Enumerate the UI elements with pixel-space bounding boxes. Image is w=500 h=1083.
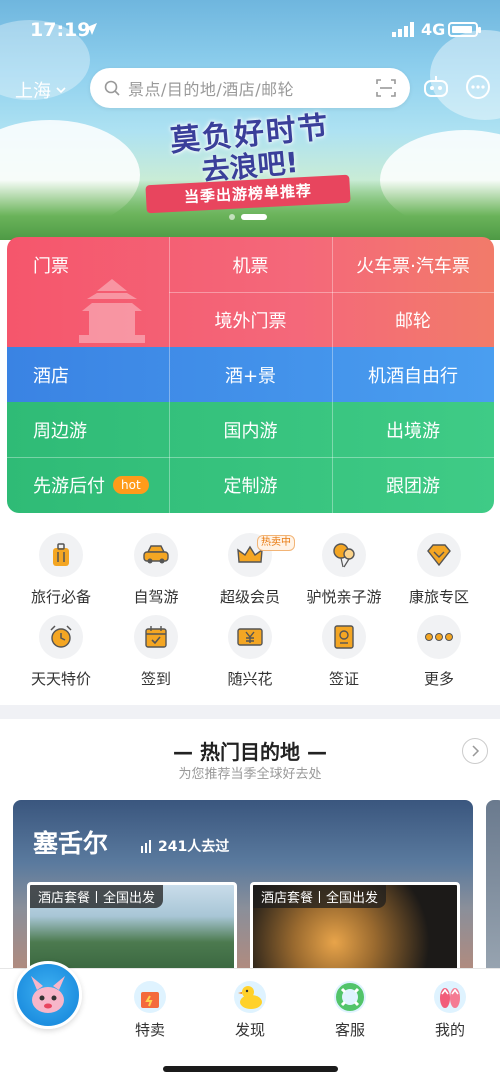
section-divider: [0, 705, 500, 719]
grid-hotel-scenic[interactable]: 酒+景: [169, 347, 332, 402]
luggage-icon: [53, 543, 69, 566]
tab-label: 我的: [434, 1021, 465, 1039]
home-indicator: [163, 1066, 338, 1072]
shortcut-visa[interactable]: 签证: [299, 615, 389, 689]
promo-banner[interactable]: 17:19 4G 上海 景点/目的地/酒店/邮轮 莫负好时节 去浪吧! 当季出游…: [0, 0, 500, 240]
tab-customer-service[interactable]: 客服: [300, 969, 400, 1040]
city-name: 上海: [15, 81, 51, 102]
next-destination-card[interactable]: [486, 800, 500, 980]
grid-overseas-tickets[interactable]: 境外门票: [169, 292, 332, 347]
hot-badge: hot: [113, 475, 149, 494]
search-icon: [104, 80, 120, 96]
shortcut-family-tour[interactable]: 驴悦亲子游: [299, 533, 389, 607]
tab-label: 特卖: [134, 1021, 165, 1039]
shortcut-icons: 旅行必备 自驾游 热卖中 超级会员 驴悦亲子游 康旅专区 天天特价 签到 随兴花…: [0, 525, 500, 700]
grid-custom-tour[interactable]: 定制游: [169, 457, 332, 512]
swim-ring-icon: [334, 981, 366, 1013]
robot-service-icon[interactable]: [418, 70, 454, 106]
grid-pay-later[interactable]: 先游后付 hot: [7, 457, 169, 512]
duck-icon: [234, 981, 266, 1013]
shortcut-label: 签到: [140, 670, 171, 688]
shortcut-more[interactable]: 更多: [394, 615, 484, 689]
app-screen: 17:19 4G 上海 景点/目的地/酒店/邮轮 莫负好时节 去浪吧! 当季出游…: [0, 0, 500, 1083]
bar-chart-icon: [141, 840, 151, 853]
shortcut-label: 驴悦亲子游: [306, 588, 382, 606]
grid-flight-hotel[interactable]: 机酒自由行: [332, 347, 494, 402]
shortcut-label: 更多: [423, 670, 454, 688]
battery-icon: [448, 22, 481, 37]
status-bar: 17:19 4G: [0, 0, 500, 62]
grid-train-bus[interactable]: 火车票·汽车票: [332, 237, 494, 292]
visits-count: 241人去过: [158, 839, 230, 855]
alarm-clock-icon: [50, 625, 72, 648]
basket-icon: [134, 981, 166, 1013]
tab-deals[interactable]: 特卖: [100, 969, 200, 1040]
banner-slogan: 莫负好时节 去浪吧! 当季出游榜单推荐: [140, 110, 360, 214]
shortcut-label: 随兴花: [227, 670, 273, 688]
grid-flights[interactable]: 机票: [169, 237, 332, 292]
shortcut-label: 天天特价: [30, 670, 91, 688]
car-icon: [143, 545, 169, 564]
hot-sale-badge: 热卖中: [257, 535, 295, 551]
shortcut-health-tour[interactable]: 康旅专区: [394, 533, 484, 607]
chevron-down-icon: [56, 87, 66, 94]
grid-domestic[interactable]: 国内游: [169, 402, 332, 457]
package-tag: 酒店套餐丨全国出发: [253, 885, 387, 908]
diamond-icon: [427, 544, 451, 566]
grid-group-tour[interactable]: 跟团游: [332, 457, 494, 512]
grid-cruise[interactable]: 邮轮: [332, 292, 494, 347]
search-bar[interactable]: 景点/目的地/酒店/邮轮: [90, 68, 410, 108]
shortcut-label: 康旅专区: [408, 588, 469, 606]
city-selector[interactable]: 上海: [15, 77, 67, 103]
banner-pagination: [229, 214, 267, 220]
more-dots-icon: [425, 633, 453, 641]
destination-visits: 241人去过: [140, 836, 229, 856]
pagination-dot-active: [241, 214, 267, 220]
tab-label: 客服: [334, 1021, 365, 1039]
tab-label: 发现: [234, 1021, 265, 1039]
shortcut-label: 自驾游: [133, 588, 179, 606]
status-time: 17:19: [30, 19, 91, 41]
grid-pay-later-label: 先游后付: [33, 475, 105, 497]
chevron-right-icon: [472, 745, 480, 757]
shortcut-check-in[interactable]: 签到: [111, 615, 201, 689]
balloon-icon: [333, 543, 355, 568]
location-arrow-icon: [85, 23, 97, 35]
passport-icon: [334, 625, 354, 649]
destination-name: 塞舌尔: [33, 829, 109, 858]
network-type: 4G: [421, 20, 446, 39]
package-tag: 酒店套餐丨全国出发: [30, 885, 164, 908]
home-tab-mascot-icon[interactable]: [14, 961, 82, 1029]
tab-discover[interactable]: 发现: [200, 969, 300, 1040]
shortcut-daily-deals[interactable]: 天天特价: [16, 615, 106, 689]
grid-tickets[interactable]: 门票: [7, 237, 169, 292]
scan-icon[interactable]: [376, 78, 396, 98]
grid-hotel[interactable]: 酒店: [7, 347, 169, 402]
shortcut-self-drive[interactable]: 自驾游: [111, 533, 201, 607]
pagination-dot: [229, 214, 235, 220]
more-destinations-button[interactable]: [462, 738, 488, 764]
shortcut-label: 超级会员: [219, 588, 280, 606]
category-grid: 门票 机票 火车票·汽车票 境外门票 邮轮 酒店 酒+景 机酒自由行 周边游 国…: [7, 237, 494, 513]
tab-profile[interactable]: 我的: [400, 969, 500, 1040]
grid-outbound[interactable]: 出境游: [332, 402, 494, 457]
grid-nearby[interactable]: 周边游: [7, 402, 169, 457]
yen-card-icon: [237, 628, 263, 646]
section-subtitle: 为您推荐当季全球好去处: [178, 767, 322, 782]
shortcut-flexible-pay[interactable]: 随兴花: [205, 615, 295, 689]
search-placeholder: 景点/目的地/酒店/邮轮: [128, 80, 295, 99]
shortcut-super-vip[interactable]: 热卖中 超级会员: [205, 533, 295, 607]
shortcut-travel-essentials[interactable]: 旅行必备: [16, 533, 106, 607]
destination-card[interactable]: 塞舌尔 241人去过 酒店套餐丨全国出发 酒店套餐丨全国出发: [13, 800, 473, 980]
package-card[interactable]: 酒店套餐丨全国出发: [250, 882, 460, 980]
shortcut-label: 签证: [328, 670, 359, 688]
signal-icon: [392, 22, 414, 37]
calendar-check-icon: [145, 626, 167, 648]
flip-flops-icon: [434, 981, 466, 1013]
shortcut-label: 旅行必备: [30, 588, 91, 606]
message-icon[interactable]: [460, 70, 496, 106]
section-title: — 热门目的地 —: [173, 740, 327, 764]
